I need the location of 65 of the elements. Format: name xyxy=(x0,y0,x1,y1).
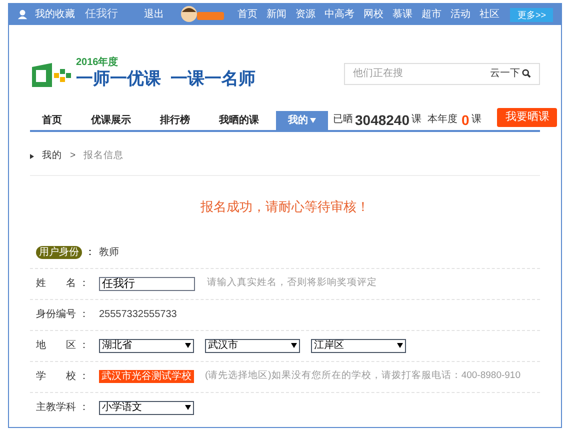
nav-tab[interactable]: 我晒的课 xyxy=(207,111,271,130)
upload-course-button[interactable]: 我要晒课 xyxy=(497,108,558,127)
field-colon: ： xyxy=(79,308,89,322)
field-colon: ： xyxy=(79,370,89,384)
nav-link[interactable]: 网校 xyxy=(363,7,384,22)
nav-tab[interactable]: 排行榜 xyxy=(148,111,202,130)
nav-link[interactable]: 首页 xyxy=(237,7,258,22)
user-icon xyxy=(17,9,28,20)
nav-link[interactable]: 资源 xyxy=(295,7,316,22)
field-label: 主教学科 xyxy=(36,400,76,415)
name-input[interactable]: 任我行 xyxy=(99,276,195,290)
nav-link[interactable]: 超市 xyxy=(421,7,442,22)
dropdown-select[interactable]: 湖北省 xyxy=(99,338,194,352)
field-value: 25557332555733 xyxy=(99,308,177,322)
nav-tab[interactable]: 优课展示 xyxy=(79,111,143,130)
field-colon: ： xyxy=(79,401,89,415)
field-label: 学 校 xyxy=(36,370,76,384)
breadcrumb-current: 报名信息 xyxy=(84,149,124,164)
nav-link[interactable]: 社区 xyxy=(479,7,500,22)
field-colon: ： xyxy=(79,277,89,291)
field-colon: ： xyxy=(85,246,95,260)
nav-link[interactable]: 活动 xyxy=(450,7,470,22)
stats-total: 3048240 xyxy=(355,113,410,127)
stats-unit: 课 xyxy=(412,113,422,127)
field-colon: ： xyxy=(79,339,89,353)
dropdown-select[interactable]: 小学语文 xyxy=(99,400,194,414)
search-button[interactable]: 云一下 xyxy=(490,66,531,81)
search-field[interactable]: 他们正在搜 云一下 xyxy=(344,62,540,84)
caret-icon xyxy=(185,405,191,410)
nav-link[interactable]: 新闻 xyxy=(266,7,286,22)
dropdown-select[interactable]: 江岸区 xyxy=(311,338,406,352)
stats-label: 本年度 xyxy=(428,112,458,127)
stats-label: 已晒 xyxy=(333,113,353,127)
stats-unit: 课 xyxy=(471,113,482,127)
nav-link[interactable]: 中高考 xyxy=(324,7,354,22)
hint-text: (请先选择地区)如果没有您所在的学校，请拨打客服电话：400-8980-910 xyxy=(205,369,520,384)
search-icon xyxy=(522,69,531,78)
breadcrumb-link[interactable]: 我的 xyxy=(42,149,62,164)
field-label: 姓 名 xyxy=(36,277,76,291)
school-name[interactable]: 武汉市光谷测试学校 xyxy=(99,370,194,383)
nav-tab[interactable]: 我的 xyxy=(276,111,328,130)
nav-tab[interactable]: 首页 xyxy=(30,111,74,130)
dropdown-select[interactable]: 武汉市 xyxy=(205,338,300,352)
caret-icon xyxy=(291,343,297,348)
hint-text: 请输入真实姓名，否则将影响奖项评定 xyxy=(207,276,377,290)
username-link[interactable]: 任我行 xyxy=(85,6,118,23)
breadcrumb-separator: > xyxy=(70,149,76,164)
more-button[interactable]: 更多>> xyxy=(510,8,553,22)
caret-icon xyxy=(310,118,316,123)
logo-year: 2016年度 xyxy=(76,58,120,68)
field-label: 身份编号 xyxy=(36,308,76,322)
caret-icon xyxy=(397,343,403,348)
role-badge: 用户身份 xyxy=(36,246,82,258)
bullet-icon xyxy=(30,154,34,159)
stats-year: 0 xyxy=(462,113,470,127)
logout-link[interactable]: 退出 xyxy=(144,7,164,22)
success-message: 报名成功，请耐心等待审核！ xyxy=(200,198,370,216)
field-label: 地 区 xyxy=(36,338,76,353)
logo-icon xyxy=(30,61,74,90)
mascot-badge-icon xyxy=(180,4,226,24)
caret-icon xyxy=(185,343,191,348)
nav-link[interactable]: 慕课 xyxy=(392,7,412,22)
logo-text: 一师一优课 一课一名师 xyxy=(76,68,256,90)
favorites-link[interactable]: 我的收藏 xyxy=(35,7,75,22)
field-value: 教师 xyxy=(99,246,119,260)
